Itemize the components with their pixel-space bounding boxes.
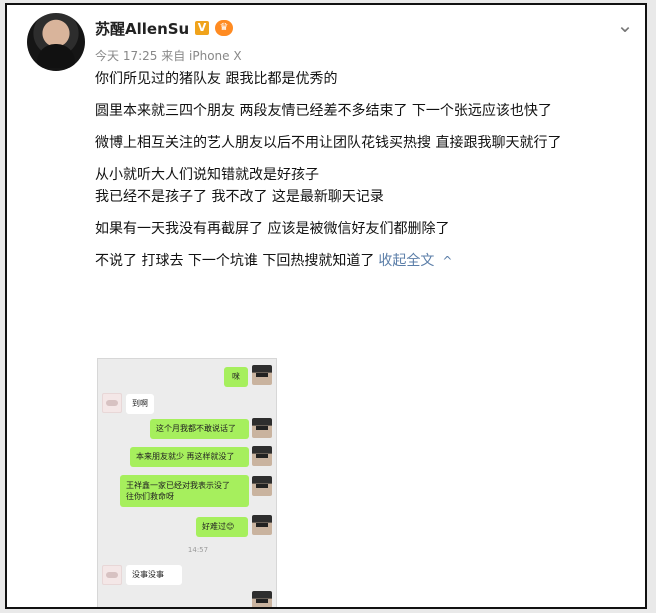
vip-crown-icon: ♛: [215, 20, 233, 36]
post-last-line: 不说了 打球去 下一个坑谁 下回热搜就知道了 收起全文 ^: [95, 251, 635, 271]
right-avatar-icon: [252, 418, 272, 438]
post-line-2: 圆里本来就三四个朋友 两段友情已经差不多结束了 下一个张远应该也快了: [95, 103, 552, 119]
author-name[interactable]: 苏醒AllenSu: [95, 18, 189, 39]
post-line-3: 微博上相互关注的艺人朋友以后不用让团队花钱买热搜 直接跟我聊天就行了: [95, 135, 562, 151]
avatar[interactable]: [27, 13, 85, 71]
collapse-full-text-link[interactable]: 收起全文: [378, 253, 434, 269]
chat-message-7: 没事没事: [126, 565, 182, 585]
post-line-5: 我已经不是孩子了 我不改了 这是最新聊天记录: [95, 189, 384, 205]
left-avatar-icon: [102, 393, 122, 413]
left-avatar-icon: [102, 565, 122, 585]
post-line-1: 你们所见过的猪队友 跟我比都是优秀的: [95, 71, 338, 87]
weibo-post-card: 苏醒AllenSu V ♛ ⌄ 今天 17:25 来自 iPhone X 你们所…: [5, 3, 647, 609]
post-meta: 今天 17:25 来自 iPhone X: [95, 49, 242, 63]
post-line-6: 如果有一天我没有再截屏了 应该是被微信好友们都删除了: [95, 221, 450, 237]
right-avatar-icon: [252, 446, 272, 466]
chat-message-5: 王祥鑫一家已经对我表示没了 往你们救命呀: [120, 475, 249, 507]
chat-message-3: 这个月我都不敢说话了: [150, 419, 249, 439]
chat-message-2: 到啊: [126, 394, 154, 414]
chat-timestamp: 14:57: [187, 546, 209, 554]
chat-message-1: 咪: [224, 367, 248, 387]
right-avatar-icon: [252, 591, 272, 607]
chat-screenshot-image[interactable]: 咪 到啊 这个月我都不敢说话了 本来朋友就少 再这样就没了 王祥鑫一家已经对我表…: [97, 358, 277, 607]
right-avatar-icon: [252, 515, 272, 535]
post-line-4: 从小就听大人们说知错就改是好孩子: [95, 167, 319, 183]
post-line-7: 不说了 打球去 下一个坑谁 下回热搜就知道了: [95, 253, 375, 269]
verified-badge: V: [195, 21, 209, 35]
chat-message-6: 好难过😊: [196, 517, 248, 537]
post-body: 你们所见过的猪队友 跟我比都是优秀的 圆里本来就三四个朋友 两段友情已经差不多结…: [95, 69, 635, 283]
right-avatar-icon: [252, 365, 272, 385]
chat-message-4: 本来朋友就少 再这样就没了: [130, 447, 249, 467]
right-avatar-icon: [252, 476, 272, 496]
collapse-arrow-icon[interactable]: ^: [442, 254, 452, 268]
chevron-down-icon[interactable]: ⌄: [611, 13, 639, 37]
